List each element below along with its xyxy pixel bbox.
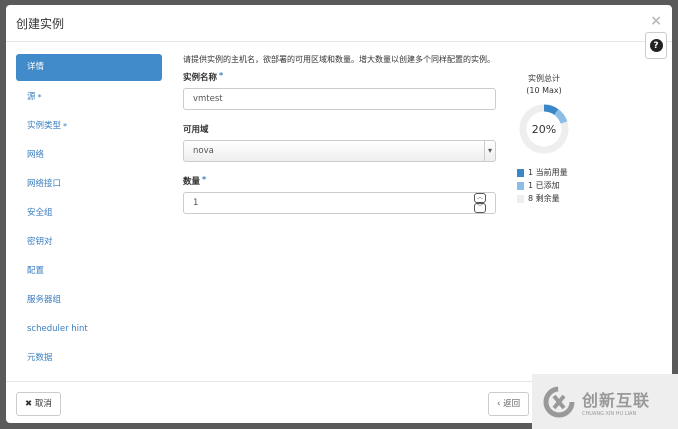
required-mark: * (202, 175, 207, 184)
intro-text: 请提供实例的主机名，欲部署的可用区域和数量。增大数量以创建多个同样配置的实例。 (183, 55, 495, 64)
select-value: nova (193, 146, 214, 156)
close-icon[interactable]: × (650, 13, 662, 29)
nav-label: 源 (27, 92, 36, 102)
quota-donut: 20% (519, 104, 569, 154)
count-input[interactable]: 1 ︿ ﹀ (183, 192, 496, 214)
legend-added: 1 已添加 (517, 179, 616, 192)
nav-label: 详情 (27, 62, 45, 72)
quota-title: 实例总计 (528, 74, 560, 83)
legend-swatch (517, 168, 524, 177)
nav-item-security-groups[interactable]: 安全组 (16, 199, 162, 228)
nav-item-key-pair[interactable]: 密钥对 (16, 228, 162, 257)
legend-label: 当前用量 (535, 168, 568, 177)
chevron-up-icon[interactable]: ︿ (474, 193, 486, 203)
required-mark: * (219, 71, 224, 80)
details-form: 请提供实例的主机名，欲部署的可用区域和数量。增大数量以创建多个同样配置的实例。 … (183, 54, 503, 227)
wizard-nav: 详情 源 * 实例类型 * 网络 网络接口 安全组 密钥对 配置 服务器组 sche… (16, 54, 162, 373)
nav-item-details[interactable]: 详情 (16, 54, 162, 81)
nav-item-networks[interactable]: 网络 (16, 141, 162, 170)
nav-item-scheduler-hint[interactable]: scheduler hint (16, 315, 162, 344)
logo-icon (543, 386, 575, 417)
caret-down-icon: ▾ (484, 141, 495, 161)
legend-remaining: 8 剩余量 (517, 192, 616, 205)
quota-percent: 20% (532, 123, 556, 136)
nav-item-server-groups[interactable]: 服务器组 (16, 286, 162, 315)
legend-count: 8 (528, 194, 534, 203)
nav-item-flavor[interactable]: 实例类型 * (16, 112, 162, 141)
label-text: 实例名称 (183, 73, 218, 83)
instance-name-input[interactable]: vmtest (183, 88, 496, 110)
question-icon: ? (649, 39, 663, 52)
chevron-left-icon: ‹ (497, 399, 501, 409)
legend-label: 已添加 (535, 181, 560, 190)
button-label: 取消 (34, 399, 52, 409)
quota-max: (10 Max) (526, 86, 562, 95)
cancel-button[interactable]: ✖ 取消 (16, 392, 61, 416)
legend-count: 1 (528, 181, 534, 190)
nav-item-configuration[interactable]: 配置 (16, 257, 162, 286)
donut-added (554, 109, 568, 124)
label-text: 数量 (183, 177, 201, 187)
count-label: 数量 * (183, 175, 503, 187)
nav-item-source[interactable]: 源 * (16, 83, 162, 112)
legend-label: 剩余量 (535, 194, 560, 203)
nav-label: 实例类型 (27, 121, 62, 131)
close-icon: ✖ (25, 399, 33, 409)
help-button[interactable]: ? (645, 32, 667, 59)
modal-title: 创建实例 (6, 5, 672, 42)
legend-current: 1 当前用量 (517, 166, 616, 179)
legend-swatch (517, 194, 524, 203)
nav-item-metadata[interactable]: 元数据 (16, 344, 162, 373)
count-value: 1 (193, 198, 199, 208)
required-mark: * (63, 122, 68, 131)
count-stepper[interactable]: ︿ ﹀ (474, 193, 486, 213)
instance-name-label: 实例名称 * (183, 71, 503, 83)
nav-item-network-ports[interactable]: 网络接口 (16, 170, 162, 199)
watermark-logo: 创新互联 CHUANG XIN HU LIAN (532, 374, 678, 429)
legend-swatch (517, 181, 524, 190)
required-mark: * (37, 93, 42, 102)
create-instance-modal: 创建实例 × 详情 源 * 实例类型 * 网络 网络接口 安全组 密钥对 配置 服务… (6, 5, 672, 423)
availability-zone-label: 可用域 (183, 125, 209, 135)
legend-count: 1 (528, 168, 534, 177)
availability-zone-select[interactable]: nova ▾ (183, 140, 496, 162)
back-button[interactable]: ‹ 返回 (488, 392, 530, 416)
donut-current (543, 104, 559, 115)
instance-quota: 实例总计 (10 Max) 20% 1 当前用量 1 已添加 8 剩余量 (516, 73, 616, 205)
chevron-down-icon[interactable]: ﹀ (474, 203, 486, 213)
button-label: 返回 (503, 399, 521, 409)
